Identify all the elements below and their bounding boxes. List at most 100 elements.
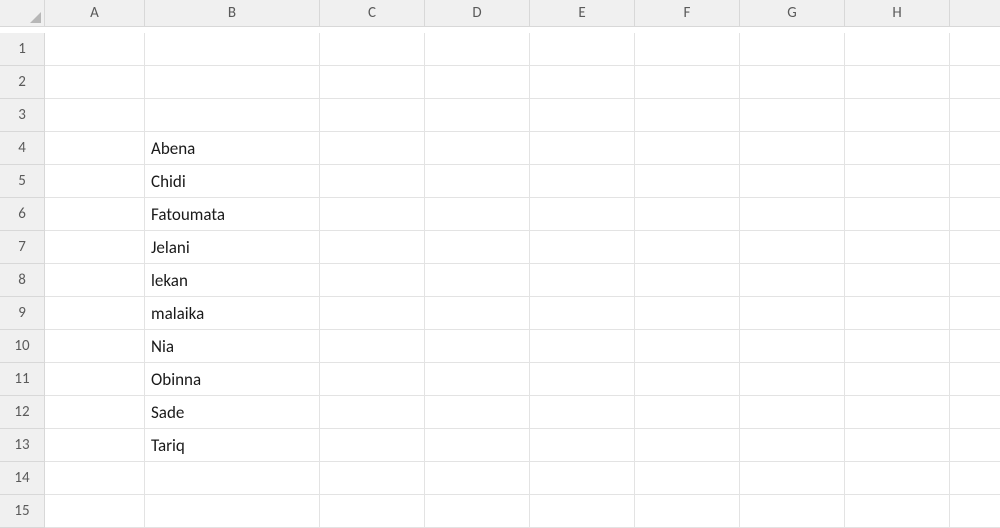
cell-H3[interactable] xyxy=(845,99,950,132)
col-header-B[interactable]: B xyxy=(145,0,320,27)
cell-G6[interactable] xyxy=(740,198,845,231)
cell-E1[interactable] xyxy=(530,33,635,66)
cell-G11[interactable] xyxy=(740,363,845,396)
cell-B5[interactable]: Chidi xyxy=(145,165,320,198)
cell-B12[interactable]: Sade xyxy=(145,396,320,429)
cell-H12[interactable] xyxy=(845,396,950,429)
cell-C13[interactable] xyxy=(320,429,425,462)
cell-I13[interactable] xyxy=(950,429,1000,462)
cell-C14[interactable] xyxy=(320,462,425,495)
cell-F14[interactable] xyxy=(635,462,740,495)
cell-I14[interactable] xyxy=(950,462,1000,495)
cell-D7[interactable] xyxy=(425,231,530,264)
cell-A14[interactable] xyxy=(45,462,145,495)
cell-I8[interactable] xyxy=(950,264,1000,297)
cell-B14[interactable] xyxy=(145,462,320,495)
cell-I5[interactable] xyxy=(950,165,1000,198)
cell-G2[interactable] xyxy=(740,66,845,99)
cell-B4[interactable]: Abena xyxy=(145,132,320,165)
cell-G10[interactable] xyxy=(740,330,845,363)
cell-H8[interactable] xyxy=(845,264,950,297)
cell-F12[interactable] xyxy=(635,396,740,429)
cell-E2[interactable] xyxy=(530,66,635,99)
cell-D12[interactable] xyxy=(425,396,530,429)
cell-D2[interactable] xyxy=(425,66,530,99)
cell-A1[interactable] xyxy=(45,33,145,66)
cell-F2[interactable] xyxy=(635,66,740,99)
cell-H14[interactable] xyxy=(845,462,950,495)
cell-H10[interactable] xyxy=(845,330,950,363)
col-header-A[interactable]: A xyxy=(45,0,145,27)
cell-G1[interactable] xyxy=(740,33,845,66)
cell-A7[interactable] xyxy=(45,231,145,264)
cell-C9[interactable] xyxy=(320,297,425,330)
cell-G13[interactable] xyxy=(740,429,845,462)
cell-E5[interactable] xyxy=(530,165,635,198)
cell-A13[interactable] xyxy=(45,429,145,462)
row-header-7[interactable]: 7 xyxy=(0,231,45,264)
row-header-6[interactable]: 6 xyxy=(0,198,45,231)
cell-D10[interactable] xyxy=(425,330,530,363)
cell-H5[interactable] xyxy=(845,165,950,198)
cell-C10[interactable] xyxy=(320,330,425,363)
row-header-4[interactable]: 4 xyxy=(0,132,45,165)
cell-B13[interactable]: Tariq xyxy=(145,429,320,462)
cell-D5[interactable] xyxy=(425,165,530,198)
row-header-8[interactable]: 8 xyxy=(0,264,45,297)
cell-D4[interactable] xyxy=(425,132,530,165)
cell-H4[interactable] xyxy=(845,132,950,165)
cell-I2[interactable] xyxy=(950,66,1000,99)
cell-F10[interactable] xyxy=(635,330,740,363)
cell-I3[interactable] xyxy=(950,99,1000,132)
col-header-H[interactable]: H xyxy=(845,0,950,27)
row-header-3[interactable]: 3 xyxy=(0,99,45,132)
cell-E12[interactable] xyxy=(530,396,635,429)
cell-A8[interactable] xyxy=(45,264,145,297)
cell-D3[interactable] xyxy=(425,99,530,132)
cell-A11[interactable] xyxy=(45,363,145,396)
cell-E4[interactable] xyxy=(530,132,635,165)
col-header-G[interactable]: G xyxy=(740,0,845,27)
col-header-D[interactable]: D xyxy=(425,0,530,27)
cell-D9[interactable] xyxy=(425,297,530,330)
cell-B11[interactable]: Obinna xyxy=(145,363,320,396)
row-header-9[interactable]: 9 xyxy=(0,297,45,330)
cell-A12[interactable] xyxy=(45,396,145,429)
cell-C12[interactable] xyxy=(320,396,425,429)
cell-I12[interactable] xyxy=(950,396,1000,429)
cell-H9[interactable] xyxy=(845,297,950,330)
select-all-corner[interactable] xyxy=(0,0,45,27)
cell-G4[interactable] xyxy=(740,132,845,165)
cell-F4[interactable] xyxy=(635,132,740,165)
cell-H13[interactable] xyxy=(845,429,950,462)
cell-E3[interactable] xyxy=(530,99,635,132)
cell-H6[interactable] xyxy=(845,198,950,231)
row-header-10[interactable]: 10 xyxy=(0,330,45,363)
cell-B6[interactable]: Fatoumata xyxy=(145,198,320,231)
cell-E11[interactable] xyxy=(530,363,635,396)
cell-C2[interactable] xyxy=(320,66,425,99)
cell-D6[interactable] xyxy=(425,198,530,231)
cell-I11[interactable] xyxy=(950,363,1000,396)
cell-E13[interactable] xyxy=(530,429,635,462)
row-header-13[interactable]: 13 xyxy=(0,429,45,462)
cell-C11[interactable] xyxy=(320,363,425,396)
cell-C3[interactable] xyxy=(320,99,425,132)
cell-D11[interactable] xyxy=(425,363,530,396)
cell-F8[interactable] xyxy=(635,264,740,297)
cell-G8[interactable] xyxy=(740,264,845,297)
cell-I4[interactable] xyxy=(950,132,1000,165)
cell-G9[interactable] xyxy=(740,297,845,330)
cell-C7[interactable] xyxy=(320,231,425,264)
row-header-12[interactable]: 12 xyxy=(0,396,45,429)
cell-E8[interactable] xyxy=(530,264,635,297)
cell-D14[interactable] xyxy=(425,462,530,495)
cell-F13[interactable] xyxy=(635,429,740,462)
cell-G5[interactable] xyxy=(740,165,845,198)
cell-B8[interactable]: lekan xyxy=(145,264,320,297)
cell-E14[interactable] xyxy=(530,462,635,495)
cell-C1[interactable] xyxy=(320,33,425,66)
cell-G14[interactable] xyxy=(740,462,845,495)
cell-F3[interactable] xyxy=(635,99,740,132)
col-header-E[interactable]: E xyxy=(530,0,635,27)
